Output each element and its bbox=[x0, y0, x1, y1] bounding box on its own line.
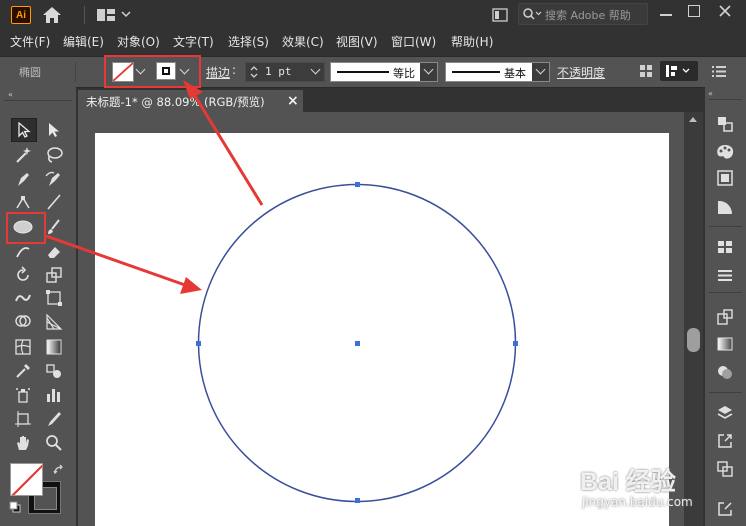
annotation-arrows bbox=[45, 80, 264, 294]
watermark-brand: Bai 经验 bbox=[580, 468, 676, 496]
watermark: Bai 经验 jingyan.baidu.com bbox=[578, 462, 738, 522]
watermark-url: jingyan.baidu.com bbox=[582, 495, 693, 509]
